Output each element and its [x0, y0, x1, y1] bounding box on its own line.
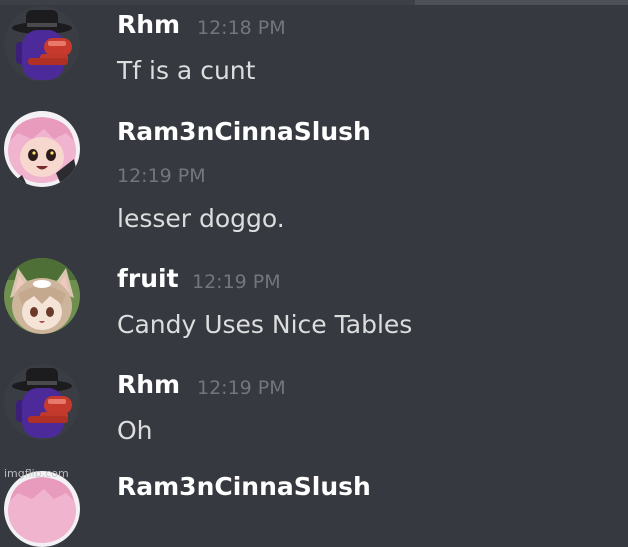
message-author[interactable]: fruit [117, 264, 179, 294]
among-us-crewmate-hat-icon[interactable] [4, 364, 80, 440]
anime-girl-pink-hair-icon[interactable] [4, 471, 80, 547]
message-timestamp: 12:19 PM [117, 165, 206, 187]
message-text: Oh [117, 416, 153, 445]
message-text: Tf is a cunt [117, 56, 256, 85]
anime-girl-pink-hair-icon[interactable] [4, 111, 80, 187]
imgflip-watermark: imgflip.com [4, 467, 69, 480]
message-author[interactable]: Rhm [117, 370, 180, 400]
message-timestamp: 12:19 PM [197, 377, 286, 399]
message-timestamp: 12:18 PM [197, 17, 286, 39]
message-text: lesser doggo. [117, 204, 285, 233]
top-bar-segment [0, 0, 415, 5]
anime-catgirl-icon[interactable] [4, 258, 80, 334]
among-us-crewmate-hat-icon[interactable] [4, 6, 80, 82]
message-author[interactable]: Ram3nCinnaSlush [117, 472, 371, 502]
message-author[interactable]: Rhm [117, 10, 180, 40]
top-scroll-bar [0, 0, 628, 5]
message-timestamp: 12:19 PM [192, 271, 281, 293]
message-author[interactable]: Ram3nCinnaSlush [117, 117, 371, 147]
message-text: Candy Uses Nice Tables [117, 310, 413, 339]
top-bar-highlight [415, 0, 628, 5]
